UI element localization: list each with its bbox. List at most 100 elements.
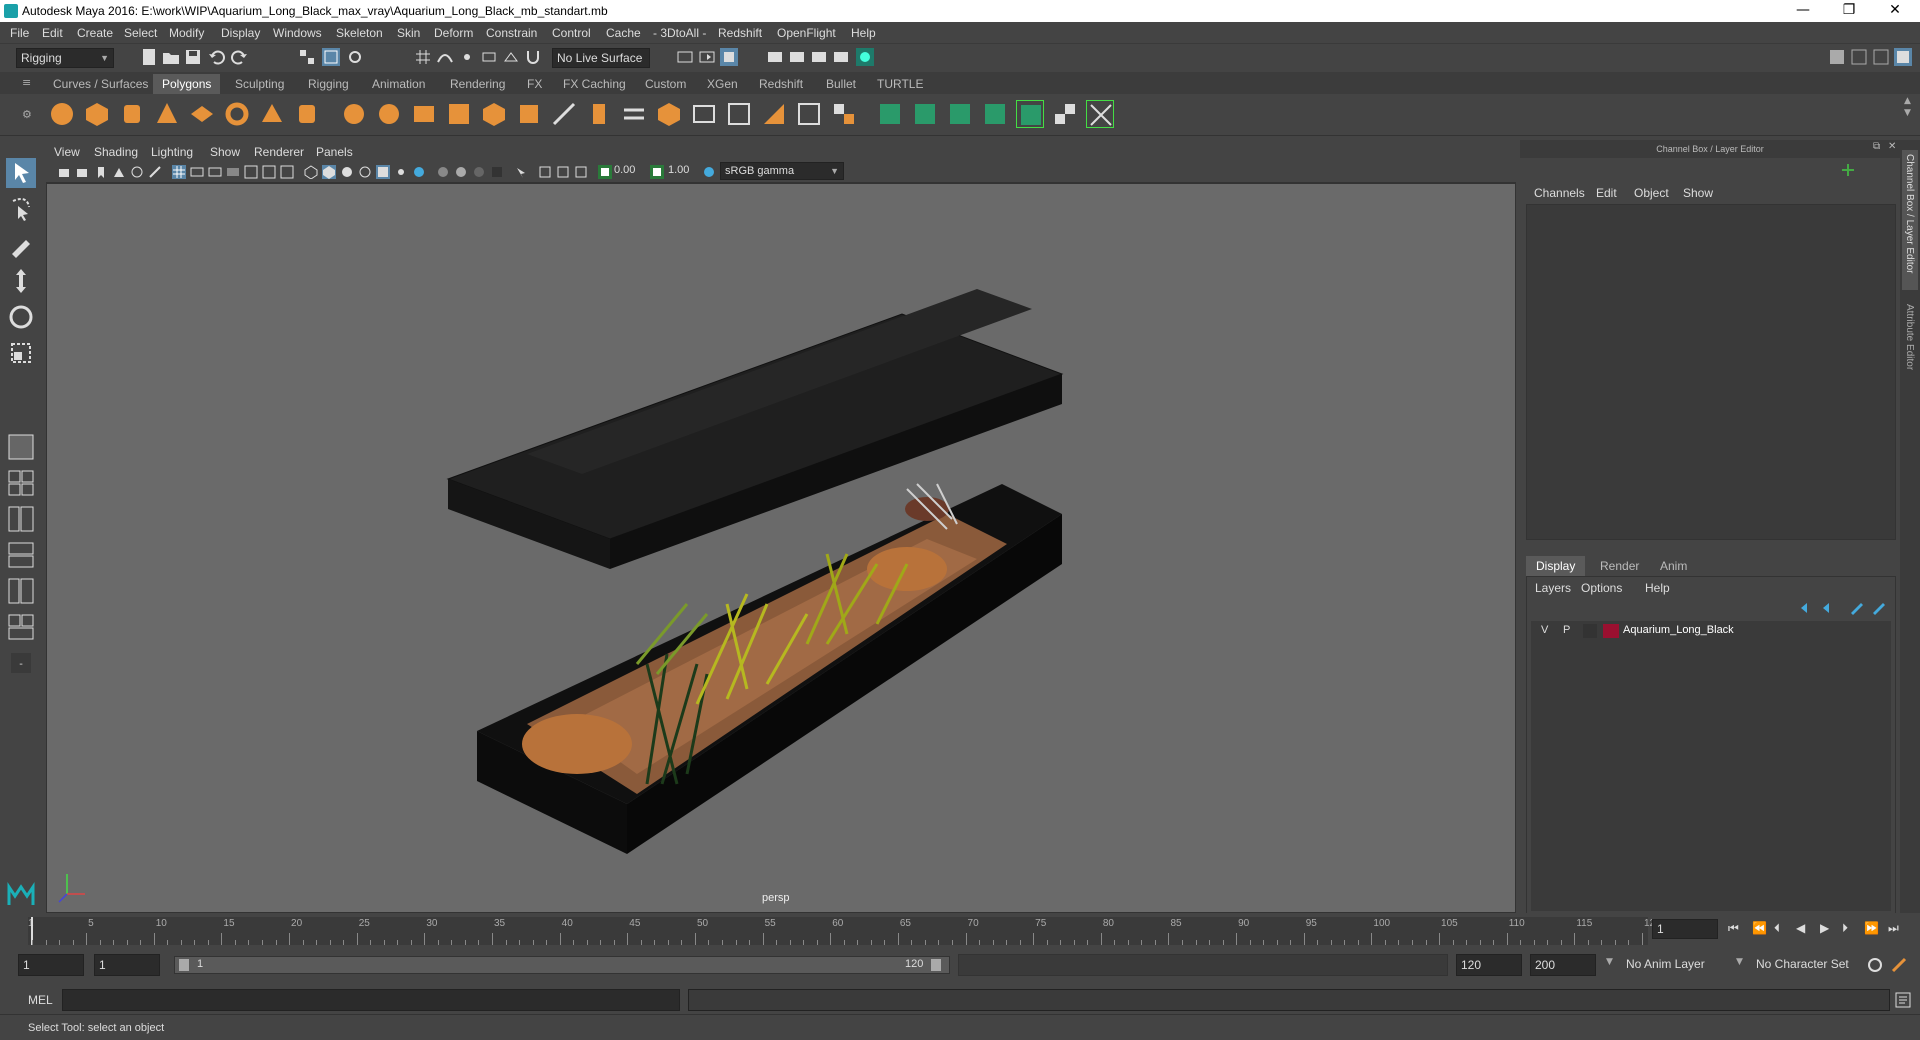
time-slider-ticks[interactable]: 1 51015202530354045505560657075808590951… bbox=[28, 917, 1661, 945]
layer-display-type-toggle[interactable] bbox=[1583, 624, 1597, 638]
uv-planar-icon[interactable] bbox=[876, 100, 904, 128]
boolean-icon[interactable] bbox=[480, 100, 508, 128]
snap-grid-icon[interactable] bbox=[414, 48, 432, 66]
channel-box-icon[interactable] bbox=[1894, 48, 1912, 66]
field-chart-icon[interactable] bbox=[244, 165, 258, 179]
xray-icon[interactable] bbox=[538, 165, 552, 179]
select-object-icon[interactable] bbox=[322, 48, 340, 66]
go-to-start-icon[interactable]: ⏮ bbox=[1728, 921, 1739, 936]
persp-outliner-layout-icon[interactable] bbox=[6, 504, 36, 534]
extract-icon[interactable] bbox=[410, 100, 438, 128]
command-language-label[interactable]: MEL bbox=[28, 993, 53, 1007]
select-tool-icon[interactable] bbox=[6, 158, 36, 188]
options-menu[interactable]: Options bbox=[1581, 581, 1622, 595]
tab-rigging[interactable]: Rigging bbox=[299, 74, 358, 94]
menu-deform[interactable]: Deform bbox=[434, 26, 473, 40]
gamma-field[interactable]: 1.00 bbox=[668, 164, 689, 176]
tab-fx[interactable]: FX bbox=[518, 74, 551, 94]
separate-icon[interactable] bbox=[375, 100, 403, 128]
save-scene-icon[interactable] bbox=[184, 48, 202, 66]
tab-fx-caching[interactable]: FX Caching bbox=[554, 74, 635, 94]
gate-mask-icon[interactable] bbox=[226, 165, 240, 179]
select-component-icon[interactable] bbox=[346, 48, 364, 66]
snap-view-plane-icon[interactable] bbox=[480, 48, 498, 66]
new-layer-icon[interactable] bbox=[1849, 601, 1865, 615]
rotate-tool-icon[interactable] bbox=[6, 302, 36, 332]
insert-edge-loop-icon[interactable] bbox=[690, 100, 718, 128]
tool-settings-icon[interactable] bbox=[1872, 48, 1890, 66]
snap-curve-icon[interactable] bbox=[436, 48, 454, 66]
uv-editor-icon[interactable] bbox=[1086, 100, 1114, 128]
chevron-down-icon[interactable]: ▼ bbox=[1736, 957, 1743, 967]
menu-edit[interactable]: Edit bbox=[42, 26, 63, 40]
isolate-select-icon[interactable] bbox=[514, 165, 528, 179]
menu-windows[interactable]: Windows bbox=[273, 26, 322, 40]
auto-key-icon[interactable] bbox=[1866, 956, 1884, 974]
uv-unfold-icon[interactable] bbox=[1016, 100, 1044, 128]
default-material-icon[interactable] bbox=[340, 165, 354, 179]
lasso-tool-icon[interactable] bbox=[6, 194, 36, 224]
tab-bullet[interactable]: Bullet bbox=[817, 74, 865, 94]
snap-surface-icon[interactable] bbox=[502, 48, 520, 66]
gamma-icon[interactable] bbox=[650, 165, 664, 179]
viewport-menu-shading[interactable]: Shading bbox=[94, 145, 138, 159]
modeling-toolkit-icon[interactable] bbox=[1828, 48, 1846, 66]
open-scene-icon[interactable] bbox=[162, 48, 180, 66]
live-surface-field[interactable]: No Live Surface bbox=[552, 48, 650, 68]
bevel-icon[interactable] bbox=[655, 100, 683, 128]
menu-file[interactable]: File bbox=[10, 26, 29, 40]
construction-history-icon[interactable] bbox=[720, 48, 738, 66]
tab-polygons[interactable]: Polygons bbox=[153, 74, 221, 94]
depth-of-field-icon[interactable] bbox=[490, 165, 504, 179]
range-slider[interactable]: 1 120 bbox=[174, 956, 950, 974]
2d-pan-zoom-icon[interactable] bbox=[130, 165, 144, 179]
new-scene-icon[interactable] bbox=[140, 48, 158, 66]
menu-create[interactable]: Create bbox=[77, 26, 113, 40]
range-start-handle[interactable] bbox=[179, 959, 189, 971]
grease-pencil-icon[interactable] bbox=[148, 165, 162, 179]
channel-box-manipulator-icon[interactable] bbox=[1840, 162, 1856, 178]
layer-name[interactable]: Aquarium_Long_Black bbox=[1623, 624, 1734, 636]
uv-cylindrical-icon[interactable] bbox=[911, 100, 939, 128]
poly-sphere-icon[interactable] bbox=[48, 100, 76, 128]
menu-help[interactable]: Help bbox=[851, 26, 876, 40]
poly-cube-icon[interactable] bbox=[83, 100, 111, 128]
exposure-icon[interactable] bbox=[598, 165, 612, 179]
multi-cut-icon[interactable] bbox=[550, 100, 578, 128]
viewport-menu-panels[interactable]: Panels bbox=[316, 145, 353, 159]
bookmark-icon[interactable] bbox=[94, 165, 108, 179]
tab-xgen[interactable]: XGen bbox=[698, 74, 747, 94]
float-panel-icon[interactable]: ⧉ bbox=[1873, 141, 1880, 152]
channel-list[interactable] bbox=[1526, 204, 1896, 540]
input-ops-icon[interactable] bbox=[676, 48, 694, 66]
wireframe-icon[interactable] bbox=[304, 165, 318, 179]
output-ops-icon[interactable] bbox=[698, 48, 716, 66]
tab-turtle[interactable]: TURTLE bbox=[868, 74, 932, 94]
viewport-menu-show[interactable]: Show bbox=[210, 145, 240, 159]
step-forward-key-icon[interactable]: ⏵ bbox=[1842, 921, 1848, 936]
bridge-icon[interactable] bbox=[620, 100, 648, 128]
poly-plane-icon[interactable] bbox=[188, 100, 216, 128]
smooth-shade-icon[interactable] bbox=[322, 165, 336, 179]
step-back-frame-icon[interactable]: ⏪ bbox=[1752, 921, 1767, 935]
redo-icon[interactable] bbox=[230, 48, 248, 66]
film-gate-icon[interactable] bbox=[190, 165, 204, 179]
menu-constrain[interactable]: Constrain bbox=[486, 26, 537, 40]
tab-render[interactable]: Render bbox=[1590, 556, 1649, 576]
minimize-button[interactable]: — bbox=[1780, 0, 1826, 22]
edit-menu[interactable]: Edit bbox=[1596, 186, 1617, 200]
perspective-viewport[interactable]: persp bbox=[46, 183, 1516, 913]
menu-cache[interactable]: Cache bbox=[606, 26, 641, 40]
color-space-dropdown[interactable]: sRGB gamma ▼ bbox=[720, 162, 844, 180]
animation-preferences-icon[interactable] bbox=[1890, 956, 1908, 974]
viewport-menu-renderer[interactable]: Renderer bbox=[254, 145, 304, 159]
append-polygon-icon[interactable] bbox=[760, 100, 788, 128]
poly-torus-icon[interactable] bbox=[223, 100, 251, 128]
paint-select-icon[interactable] bbox=[6, 230, 36, 260]
script-editor-icon[interactable] bbox=[1894, 991, 1912, 1009]
layers-menu[interactable]: Layers bbox=[1535, 581, 1571, 595]
target-weld-icon[interactable] bbox=[830, 100, 858, 128]
color-management-icon[interactable] bbox=[702, 165, 716, 179]
single-perspective-layout-icon[interactable] bbox=[6, 432, 36, 462]
side-tab-attribute-editor[interactable]: Attribute Editor bbox=[1902, 300, 1918, 400]
